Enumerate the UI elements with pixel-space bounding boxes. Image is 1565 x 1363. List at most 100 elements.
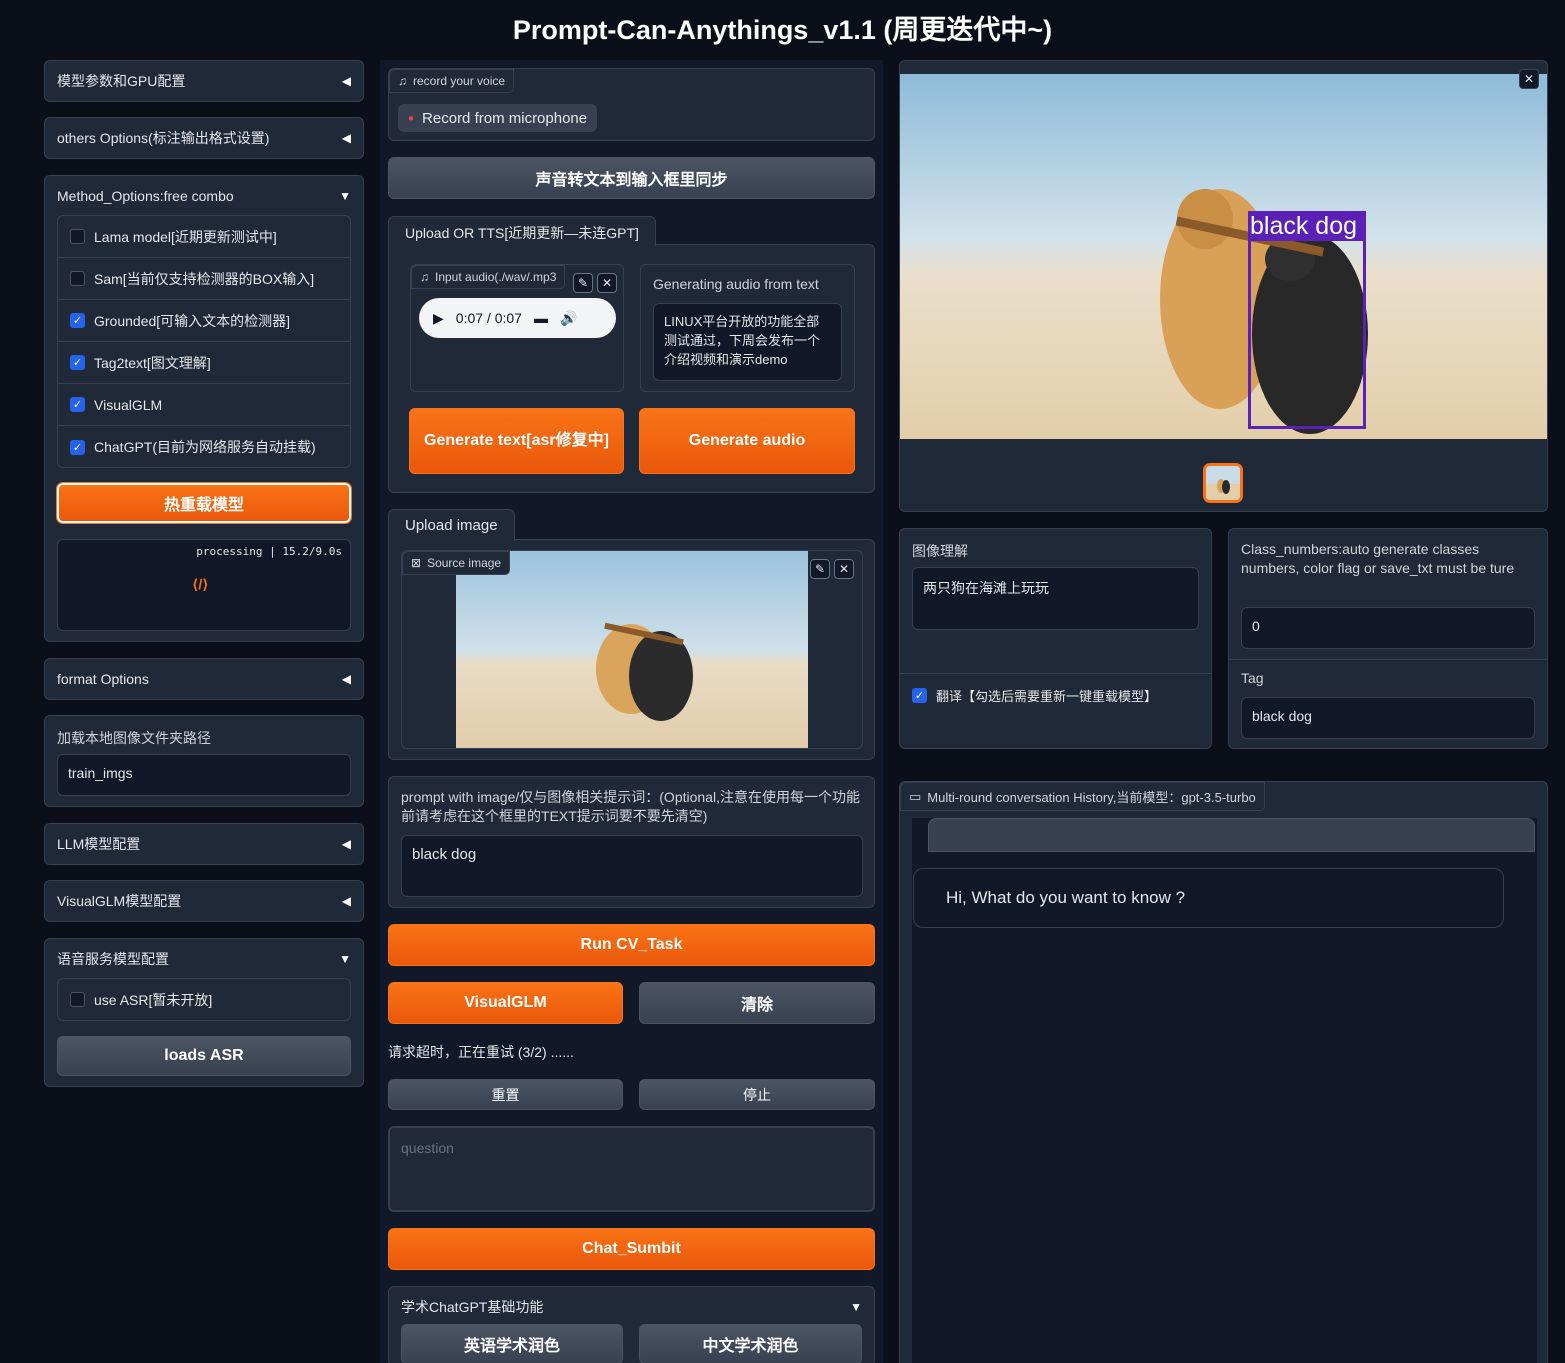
accordion-model-gpu[interactable]: 模型参数和GPU配置 ◀	[44, 60, 364, 102]
image-understanding-panel: 图像理解 两只狗在海滩上玩玩 ✓ 翻译【勾选后需要重新一键重载模型】	[899, 528, 1212, 749]
record-voice-panel: ♫ record your voice ● Record from microph…	[388, 68, 875, 141]
history-label: ▭ Multi-round conversation History,当前模型：g…	[900, 782, 1265, 811]
close-icon[interactable]: ✕	[834, 559, 854, 579]
checkbox-icon	[70, 271, 85, 286]
local-folder-input[interactable]: train_imgs	[57, 754, 351, 796]
method-label: Lama model[近期更新测试中]	[94, 228, 277, 245]
tag-input[interactable]: black dog	[1241, 697, 1535, 739]
method-checkbox[interactable]: ✓ ChatGPT(目前为网络服务自动挂载)	[58, 426, 350, 468]
run-cv-task-button[interactable]: Run CV_Task	[388, 924, 875, 966]
clear-button[interactable]: 清除	[639, 982, 875, 1024]
source-image[interactable]	[456, 551, 808, 748]
record-voice-text: record your voice	[413, 74, 506, 88]
method-checkbox[interactable]: ✓ Grounded[可输入文本的检测器]	[58, 300, 350, 342]
caret-left-icon: ◀	[341, 894, 351, 908]
play-icon[interactable]: ▶	[433, 310, 444, 327]
accordion-label: VisualGLM模型配置	[57, 893, 182, 909]
output-image[interactable]: black dog	[900, 74, 1547, 439]
record-microphone-label: Record from microphone	[422, 109, 588, 127]
prompt-panel: prompt with image/仅与图像相关提示词：(Optional,注意…	[388, 776, 875, 908]
edit-icon[interactable]: ✎	[810, 559, 830, 579]
caret-down-icon: ▼	[850, 1300, 862, 1314]
generate-audio-button[interactable]: Generate audio	[639, 408, 855, 474]
input-audio-text: Input audio(./wav/.mp3	[435, 270, 557, 284]
gen-audio-block: Generating audio from text LINUX平台开放的功能全…	[640, 264, 855, 392]
generate-text-button[interactable]: Generate text[asr修复中]	[409, 408, 624, 474]
accordion-label: 模型参数和GPU配置	[57, 73, 186, 89]
user-message-bubble	[928, 818, 1535, 852]
checkbox-checked-icon: ✓	[70, 355, 85, 370]
english-polish-button[interactable]: 英语学术润色	[401, 1324, 623, 1363]
close-icon[interactable]: ✕	[1519, 69, 1539, 89]
accordion-others-options[interactable]: others Options(标注输出格式设置) ◀	[44, 117, 364, 159]
accordion-header[interactable]: 语音服务模型配置 ▼	[45, 939, 363, 979]
upload-tts-panel: ♫ Input audio(./wav/.mp3 ✎ ✕ ▶ 0:07 / 0:0…	[388, 244, 875, 493]
checkbox-icon	[70, 229, 85, 244]
detection-bbox	[1248, 211, 1366, 429]
reset-button[interactable]: 重置	[388, 1079, 623, 1110]
method-checkbox[interactable]: Sam[当前仅支持检测器的BOX输入]	[58, 258, 350, 300]
chat-history-panel: ▭ Multi-round conversation History,当前模型：g…	[899, 781, 1548, 1363]
prompt-label: prompt with image/仅与图像相关提示词：(Optional,注意…	[401, 789, 860, 824]
class-numbers-input[interactable]: 0	[1241, 607, 1535, 649]
sync-text-button[interactable]: 声音转文本到输入框里同步	[388, 157, 875, 199]
volume-icon[interactable]: 🔊	[560, 310, 577, 327]
class-tag-panel: Class_numbers:auto generate classes numb…	[1228, 528, 1548, 749]
processing-output: processing | 15.2/9.0s ⟨/⟩	[57, 539, 351, 631]
edit-icon[interactable]: ✎	[573, 273, 593, 293]
question-placeholder: question	[401, 1140, 454, 1156]
prompt-input[interactable]: black dog	[401, 835, 863, 897]
image-understanding-output[interactable]: 两只狗在海滩上玩玩	[912, 567, 1199, 630]
tab-upload-image[interactable]: Upload image	[388, 509, 515, 541]
reload-model-button[interactable]: 热重载模型	[56, 482, 352, 524]
record-voice-label: ♫ record your voice	[389, 69, 515, 93]
method-label: ChatGPT(目前为网络服务自动挂载)	[94, 439, 316, 455]
method-label: Tag2text[图文理解]	[94, 354, 211, 371]
audio-progress-icon[interactable]: ▬	[534, 310, 548, 326]
use-asr-checkbox[interactable]: use ASR[暂未开放]	[58, 979, 350, 1020]
accordion-format-options[interactable]: format Options ◀	[44, 658, 364, 700]
method-checkbox[interactable]: Lama model[近期更新测试中]	[58, 216, 350, 258]
source-image-text: Source image	[427, 556, 502, 570]
method-label: Grounded[可输入文本的检测器]	[94, 312, 291, 329]
stop-button[interactable]: 停止	[639, 1079, 875, 1110]
method-checkbox[interactable]: ✓ VisualGLM	[58, 384, 350, 426]
caret-left-icon: ◀	[341, 837, 351, 851]
record-microphone-button[interactable]: ● Record from microphone	[398, 104, 598, 132]
input-audio-label: ♫ Input audio(./wav/.mp3	[411, 265, 566, 289]
chat-area: Hi, What do you want to know ?	[912, 818, 1537, 1363]
method-checkbox[interactable]: ✓ Tag2text[图文理解]	[58, 342, 350, 384]
retry-status: 请求超时，正在重试 (3/2) ......	[388, 1044, 574, 1060]
accordion-visualglm-config[interactable]: VisualGLM模型配置 ◀	[44, 880, 364, 922]
question-input[interactable]: question	[388, 1126, 875, 1212]
visualglm-button[interactable]: VisualGLM	[388, 982, 623, 1024]
caret-down-icon: ▼	[339, 952, 351, 966]
accordion-header[interactable]: 学术ChatGPT基础功能 ▼	[389, 1287, 874, 1327]
gallery-thumbnail[interactable]	[1203, 463, 1243, 503]
processing-status: processing | 15.2/9.0s	[196, 545, 342, 558]
loading-icon: ⟨/⟩	[192, 576, 209, 592]
accordion-label: others Options(标注输出格式设置)	[57, 130, 270, 146]
record-dot-icon: ●	[408, 112, 415, 124]
divider	[1229, 659, 1547, 660]
translate-checkbox[interactable]: ✓ 翻译【勾选后需要重新一键重载模型】	[912, 686, 1157, 705]
accordion-header[interactable]: Method_Options:free combo ▼	[45, 176, 363, 216]
checkbox-checked-icon: ✓	[912, 688, 927, 703]
checkbox-icon	[70, 992, 85, 1007]
chat-submit-button[interactable]: Chat_Sumbit	[388, 1228, 875, 1270]
local-folder-label: 加载本地图像文件夹路径	[57, 730, 211, 746]
bot-message-bubble: Hi, What do you want to know ?	[913, 868, 1504, 928]
loads-asr-button[interactable]: loads ASR	[57, 1036, 351, 1076]
checkbox-checked-icon: ✓	[70, 313, 85, 328]
local-folder-panel: 加载本地图像文件夹路径 train_imgs	[44, 715, 364, 807]
music-note-icon: ♫	[398, 74, 407, 88]
method-checkbox-group: Lama model[近期更新测试中] Sam[当前仅支持检测器的BOX输入] ✓ G…	[57, 215, 351, 468]
tag-label: Tag	[1241, 670, 1264, 686]
gen-audio-textbox[interactable]: LINUX平台开放的功能全部测试通过，下周会发布一个介绍视频和演示demo	[653, 303, 842, 381]
use-asr-group: use ASR[暂未开放]	[57, 978, 351, 1021]
tab-upload-tts[interactable]: Upload OR TTS[近期更新—未连GPT]	[388, 216, 656, 246]
chinese-polish-button[interactable]: 中文学术润色	[639, 1324, 862, 1363]
close-icon[interactable]: ✕	[597, 273, 617, 293]
accordion-llm-config[interactable]: LLM模型配置 ◀	[44, 823, 364, 865]
input-audio-block: ♫ Input audio(./wav/.mp3 ✎ ✕ ▶ 0:07 / 0:0…	[410, 264, 624, 392]
